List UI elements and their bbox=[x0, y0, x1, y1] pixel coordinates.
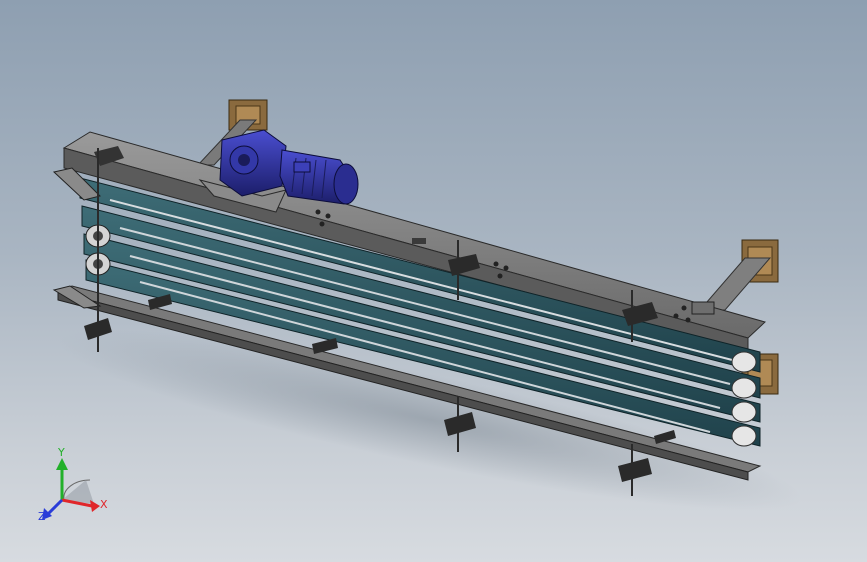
x-axis-label: X bbox=[100, 498, 108, 511]
z-axis-label: Z bbox=[38, 510, 46, 523]
z-axis-arrow bbox=[46, 498, 64, 516]
coordinate-triad: Y X Z bbox=[38, 446, 108, 523]
y-axis-label: Y bbox=[57, 446, 65, 459]
conveyor-model[interactable]: Y X Z bbox=[0, 0, 867, 562]
gear-motor bbox=[219, 129, 359, 205]
cad-viewport[interactable]: Y X Z bbox=[0, 0, 867, 562]
